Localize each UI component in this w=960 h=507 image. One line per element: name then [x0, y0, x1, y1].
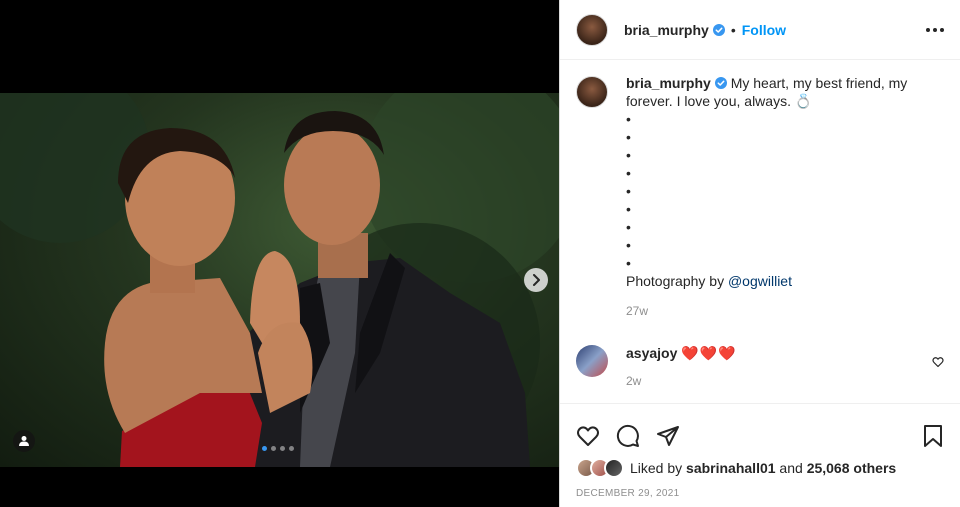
likes-prefix: Liked by	[630, 460, 687, 476]
caption-bullet: •	[626, 201, 631, 217]
photographer-mention[interactable]: @ogwilliet	[728, 273, 792, 289]
share-button[interactable]	[656, 424, 680, 448]
liker-avatars[interactable]	[576, 458, 624, 478]
caption-bullet: •	[626, 237, 631, 253]
header-separator: •	[730, 21, 736, 38]
caption-bullet: •	[626, 183, 631, 199]
likes-mid: and	[775, 460, 807, 476]
follow-button[interactable]: Follow	[742, 22, 786, 38]
photo-credit: Photography by @ogwilliet	[626, 272, 926, 290]
comments-area: bria_murphy My heart, my best friend, my…	[560, 60, 960, 403]
comment-item: asyajoy ❤️❤️❤️ 2w	[576, 345, 944, 388]
caption-bullets: • • • • • • • • •	[626, 110, 926, 272]
tagged-users-button[interactable]	[13, 430, 35, 452]
like-button[interactable]	[576, 424, 600, 448]
caption-bullet: •	[626, 219, 631, 235]
carousel-dot	[280, 446, 285, 451]
likes-summary: Liked by sabrinahall01 and 25,068 others	[560, 454, 960, 478]
action-icons	[560, 404, 960, 454]
author-avatar[interactable]	[576, 13, 608, 46]
liked-by-user[interactable]: sabrinahall01	[686, 460, 776, 476]
caption-bullet: •	[626, 255, 631, 271]
chevron-right-icon	[533, 274, 540, 286]
post-header: bria_murphy • Follow	[560, 0, 960, 60]
post-photo[interactable]	[0, 93, 559, 467]
caption-bullet: •	[626, 129, 631, 145]
comment-text: ❤️❤️❤️	[681, 345, 737, 361]
caption-avatar[interactable]	[576, 76, 608, 108]
caption-bullet: •	[626, 147, 631, 163]
caption-username[interactable]: bria_murphy	[626, 75, 711, 91]
next-slide-button[interactable]	[524, 268, 548, 292]
more-options-icon[interactable]	[926, 27, 944, 32]
caption-timestamp[interactable]: 27w	[626, 302, 926, 320]
post-details-panel: bria_murphy • Follow bria_murphy My hear…	[559, 0, 960, 507]
commenter-username[interactable]: asyajoy	[626, 345, 677, 361]
user-tag-icon	[19, 436, 29, 446]
carousel-dot	[262, 446, 267, 451]
liker-avatar	[604, 458, 624, 478]
carousel-indicator	[262, 446, 294, 451]
comment-timestamp[interactable]: 2w	[626, 374, 737, 388]
caption: bria_murphy My heart, my best friend, my…	[576, 74, 944, 320]
commenter-avatar[interactable]	[576, 345, 608, 377]
photo-credit-prefix: Photography by	[626, 273, 728, 289]
verified-badge-icon	[714, 77, 727, 89]
verified-badge-icon	[712, 23, 725, 36]
carousel-dot	[271, 446, 276, 451]
save-button[interactable]	[922, 424, 944, 448]
instagram-post-modal: bria_murphy • Follow bria_murphy My hear…	[0, 0, 960, 507]
post-actions: Liked by sabrinahall01 and 25,068 others…	[560, 403, 960, 507]
paper-plane-icon	[657, 425, 679, 446]
caption-bullet: •	[626, 165, 631, 181]
likes-count[interactable]: 25,068 others	[807, 460, 897, 476]
like-comment-button[interactable]	[932, 355, 944, 373]
bookmark-icon	[924, 424, 942, 447]
likes-text: Liked by sabrinahall01 and 25,068 others	[630, 460, 896, 476]
post-date[interactable]: December 29, 2021	[560, 478, 960, 499]
comment-icon	[616, 424, 639, 447]
caption-body: bria_murphy My heart, my best friend, my…	[626, 74, 926, 320]
author-username[interactable]: bria_murphy	[624, 22, 709, 38]
caption-bullet: •	[626, 111, 631, 127]
comment-button[interactable]	[616, 424, 640, 448]
heart-icon	[932, 357, 944, 368]
media-panel	[0, 0, 559, 507]
heart-icon	[577, 425, 599, 446]
carousel-dot	[289, 446, 294, 451]
comment-body: asyajoy ❤️❤️❤️ 2w	[626, 345, 737, 388]
couple-photo-illustration	[0, 93, 559, 467]
